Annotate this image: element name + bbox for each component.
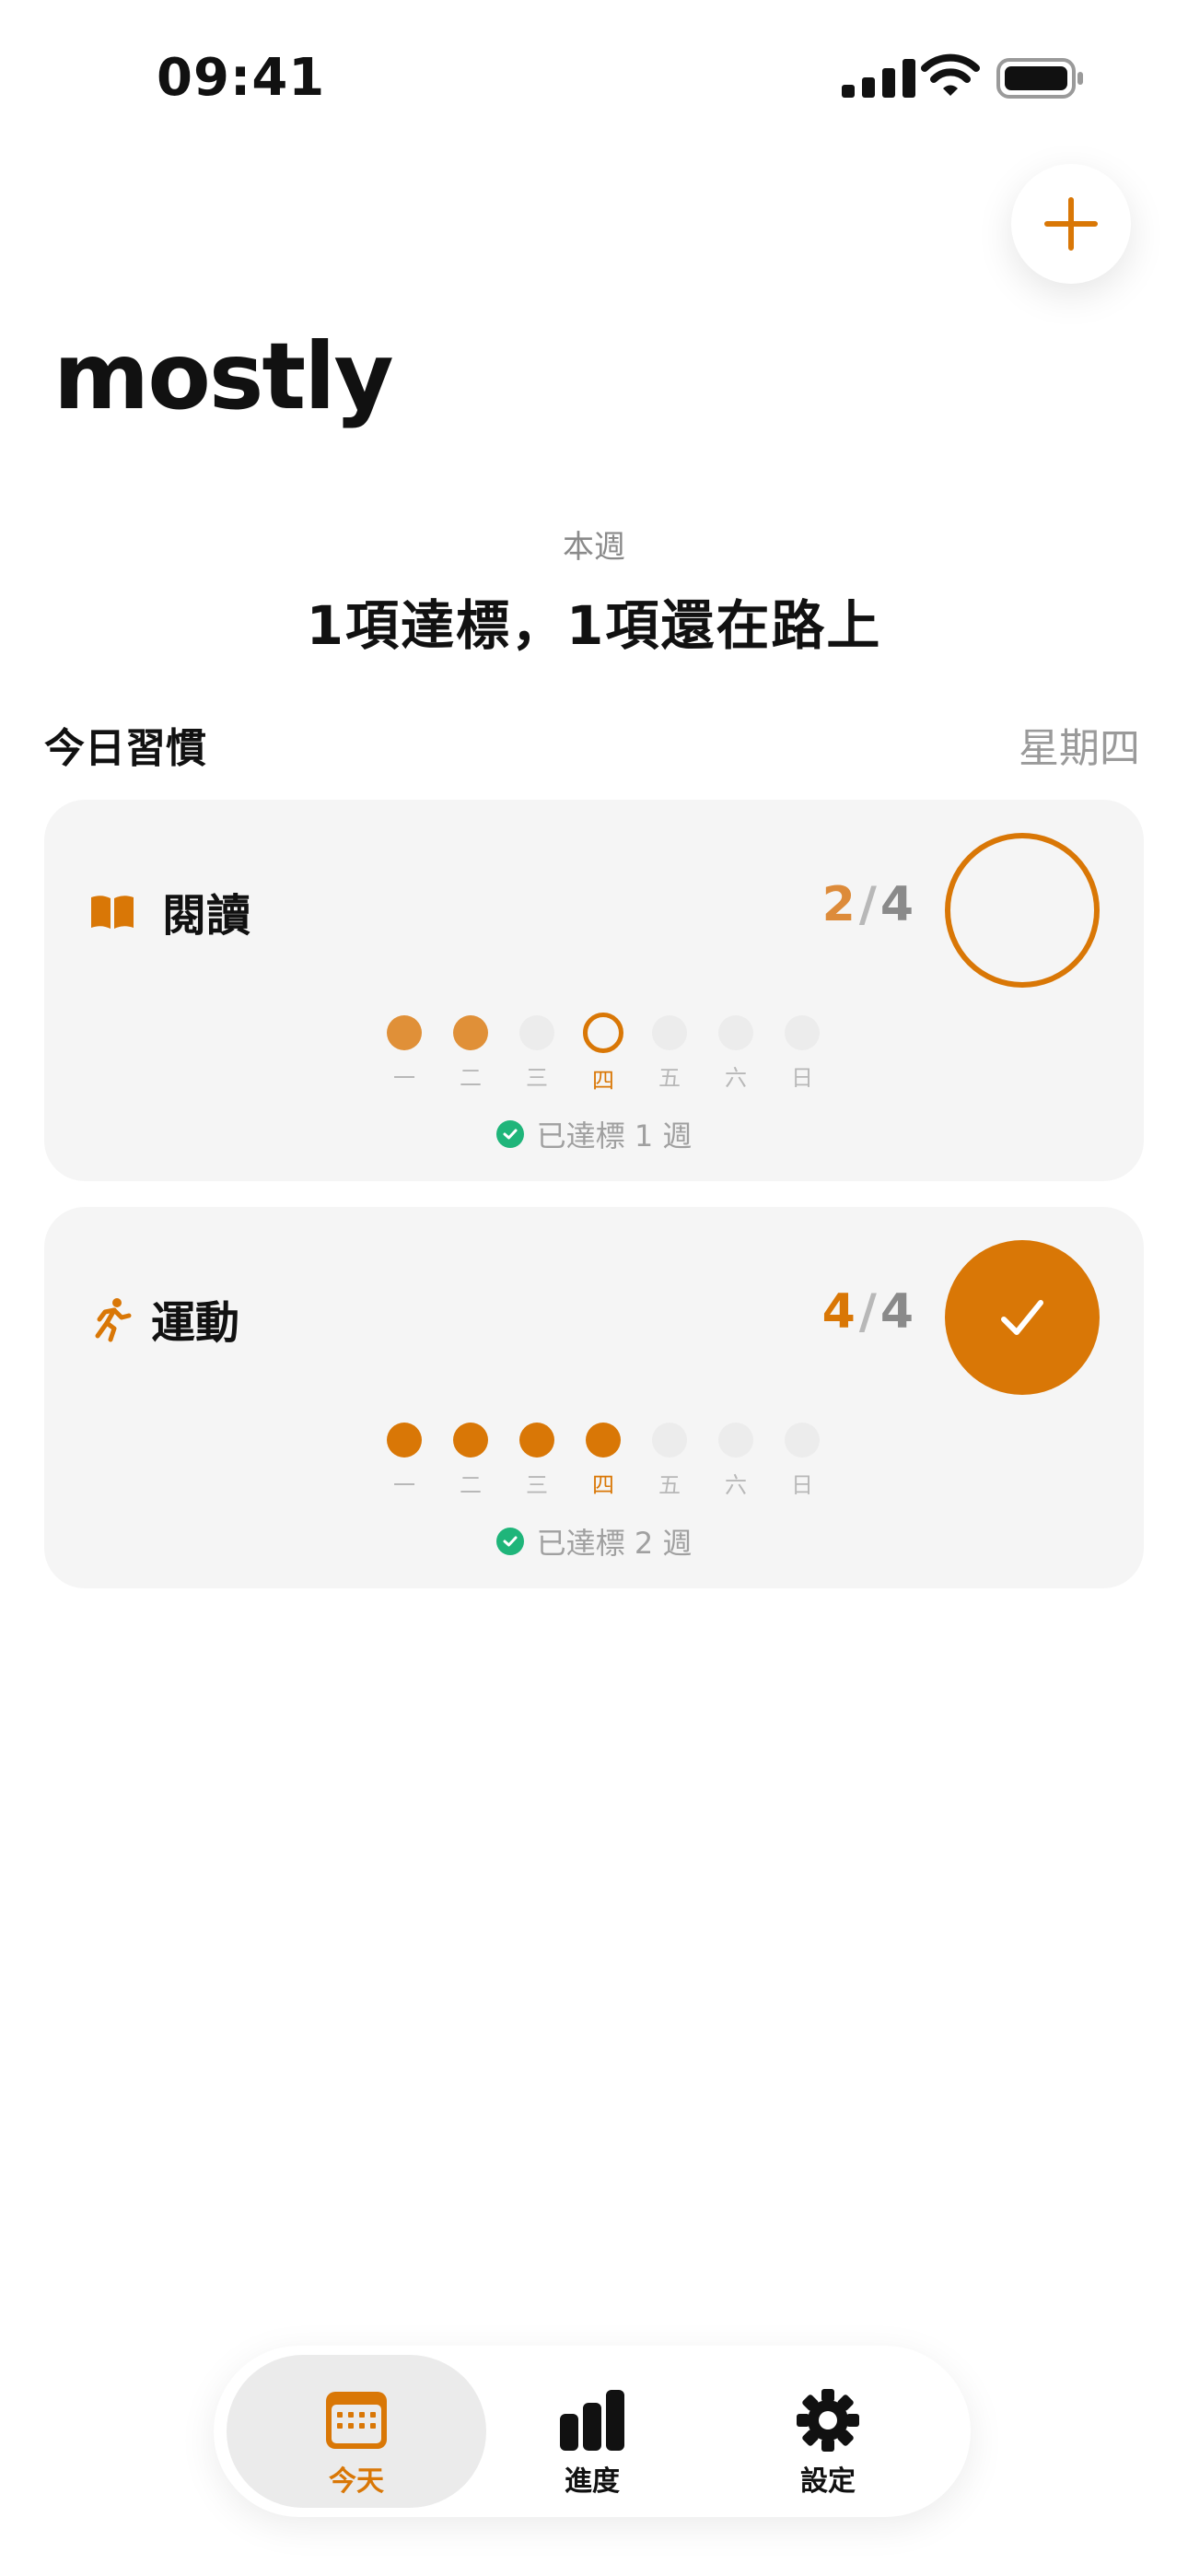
- day-dot-column: 二: [443, 1423, 498, 1499]
- day-dot: [718, 1423, 753, 1458]
- day-label: 五: [658, 1472, 681, 1498]
- habit-progress-ratio: 4 / 4: [822, 1284, 914, 1340]
- day-dot: [718, 1015, 753, 1050]
- today-weekday: 星期四: [1019, 725, 1140, 772]
- day-dot: [586, 1423, 621, 1458]
- goal-count: 4: [879, 1284, 914, 1340]
- day-dot: [387, 1423, 422, 1458]
- app-title: mostly: [53, 322, 394, 430]
- ratio-slash: /: [858, 1284, 877, 1340]
- day-label: 一: [393, 1472, 415, 1498]
- day-dot-column: 六: [708, 1423, 763, 1499]
- check-circle-icon: [495, 1528, 524, 1555]
- add-habit-button[interactable]: [1011, 164, 1131, 284]
- day-dot-column: 四: [576, 1423, 631, 1499]
- wifi-icon: [921, 53, 980, 96]
- streak-status: 已達標 1 週: [44, 1113, 1144, 1155]
- habit-card-reading[interactable]: 閱讀 2 / 4 一 二 三 四 五 六 日 已達標 1 週: [44, 800, 1144, 1181]
- day-dot-column: 三: [509, 1015, 565, 1092]
- day-dot: [652, 1015, 687, 1050]
- week-label: 本週: [563, 529, 625, 566]
- tab-today[interactable]: 今天: [227, 2355, 486, 2508]
- day-label: 四: [592, 1068, 614, 1094]
- day-label: 六: [725, 1472, 747, 1498]
- goal-count: 4: [879, 877, 914, 932]
- calendar-icon: [326, 2392, 387, 2449]
- battery-icon: [996, 58, 1083, 99]
- done-count: 2: [821, 877, 856, 932]
- streak-text: 已達標 1 週: [536, 1118, 693, 1153]
- running-icon: [95, 1298, 132, 1342]
- day-label: 五: [658, 1065, 681, 1091]
- today-habits-heading: 今日習慣: [44, 725, 206, 772]
- habit-progress-ratio: 2 / 4: [822, 877, 914, 932]
- day-dot: [785, 1015, 820, 1050]
- bar-chart-icon: [560, 2390, 624, 2451]
- complete-today-button[interactable]: [945, 1240, 1100, 1395]
- day-dot: [785, 1423, 820, 1458]
- day-label: 六: [725, 1065, 747, 1091]
- cellular-signal-icon: [842, 59, 915, 98]
- habit-name: 閱讀: [162, 890, 251, 942]
- tab-settings[interactable]: 設定: [698, 2355, 958, 2508]
- plus-icon: [1044, 197, 1098, 251]
- day-label: 四: [592, 1472, 614, 1498]
- gear-icon: [797, 2389, 859, 2452]
- streak-status: 已達標 2 週: [44, 1520, 1144, 1563]
- day-dot-column: 日: [775, 1423, 830, 1499]
- check-circle-icon: [495, 1120, 524, 1148]
- book-icon: [91, 896, 134, 929]
- day-label: 二: [460, 1065, 482, 1091]
- day-dot: [652, 1423, 687, 1458]
- day-dot-column: 五: [642, 1423, 697, 1499]
- streak-text: 已達標 2 週: [536, 1526, 693, 1561]
- week-day-dots: 一二三四五六日: [377, 1423, 841, 1526]
- day-dot: [387, 1015, 422, 1050]
- day-label: 一: [393, 1065, 415, 1091]
- ratio-slash: /: [858, 877, 877, 932]
- day-dot-column: 三: [509, 1423, 565, 1499]
- day-label: 日: [791, 1065, 813, 1091]
- tab-label: 進度: [565, 2465, 620, 2498]
- day-dot-column: 一: [377, 1015, 432, 1092]
- habit-card-exercise[interactable]: 運動 4 / 4 一 二 三 四 五 六 日 已達標 2 週: [44, 1207, 1144, 1588]
- tab-bar: 今天 進度 設定: [214, 2346, 971, 2517]
- habit-name: 運動: [151, 1297, 240, 1349]
- status-time: 09:41: [157, 48, 326, 108]
- day-dot-column: 五: [642, 1015, 697, 1092]
- tab-progress[interactable]: 進度: [462, 2355, 722, 2508]
- day-dot-column: 四: [576, 1013, 631, 1095]
- day-dot-column: 二: [443, 1015, 498, 1092]
- tab-label: 設定: [800, 2465, 856, 2498]
- day-dot-column: 日: [775, 1015, 830, 1092]
- complete-today-button[interactable]: [945, 833, 1100, 988]
- week-day-dots: 一二三四五六日: [377, 1013, 841, 1118]
- checkmark-icon: [1001, 1300, 1043, 1335]
- day-label: 二: [460, 1472, 482, 1498]
- day-dot: [453, 1423, 488, 1458]
- done-count: 4: [821, 1284, 856, 1340]
- day-dot: [453, 1015, 488, 1050]
- day-label: 三: [526, 1472, 548, 1498]
- day-dot-column: 一: [377, 1423, 432, 1499]
- week-summary: 1項達標，1項還在路上: [306, 594, 882, 657]
- day-dot: [519, 1423, 554, 1458]
- day-dot: [583, 1013, 623, 1053]
- tab-label: 今天: [329, 2465, 384, 2498]
- day-dot-column: 六: [708, 1015, 763, 1092]
- day-dot: [519, 1015, 554, 1050]
- day-label: 三: [526, 1065, 548, 1091]
- day-label: 日: [791, 1472, 813, 1498]
